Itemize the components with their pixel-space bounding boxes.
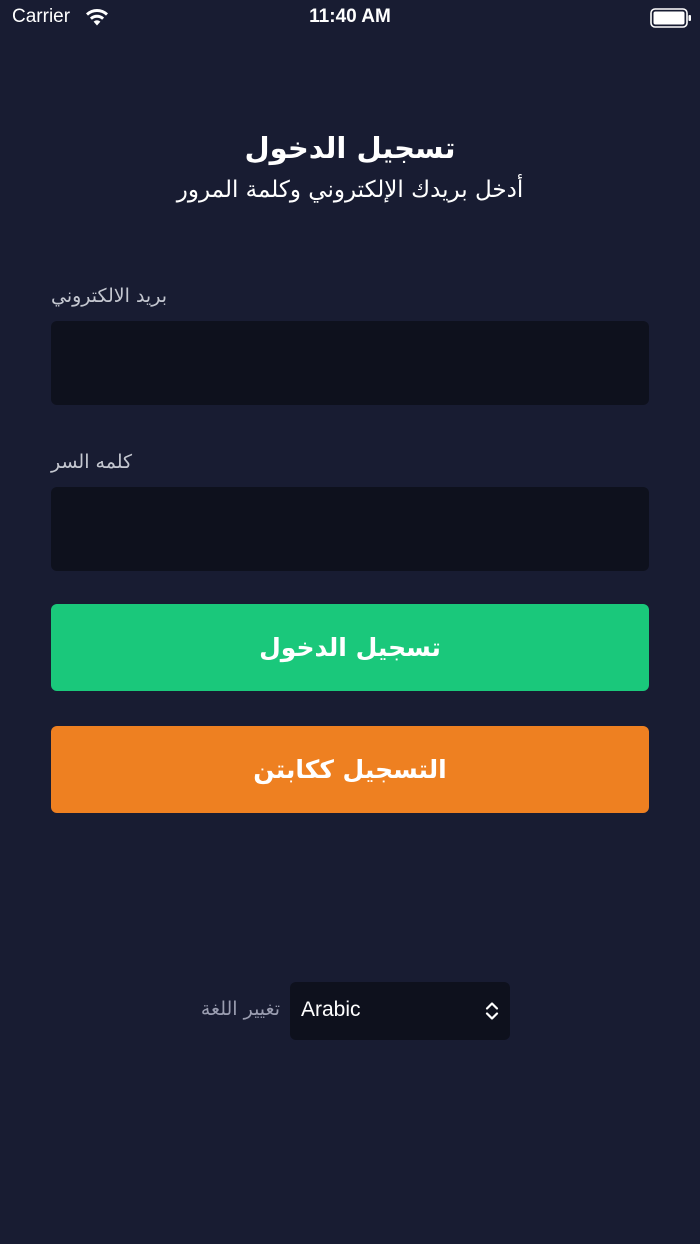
language-label: تغيير اللغة — [200, 998, 280, 1020]
status-time: 11:40 AM — [309, 6, 391, 27]
language-row: تغيير اللغة Arabic — [0, 982, 700, 1040]
page-title: تسجيل الدخول — [244, 131, 456, 165]
language-selected-value: Arabic — [301, 998, 361, 1021]
password-label: كلمه السر — [51, 451, 133, 473]
page-subtitle: أدخل بريدك الإلكتروني وكلمة المرور — [176, 177, 524, 203]
language-select[interactable]: Arabic — [290, 982, 510, 1040]
login-button[interactable]: تسجيل الدخول — [51, 604, 649, 691]
register-captain-button[interactable]: التسجيل ككابتن — [51, 726, 649, 813]
password-field[interactable] — [51, 487, 649, 571]
email-field[interactable] — [51, 321, 649, 405]
status-bar: Carrier 11:40 AM — [0, 0, 700, 40]
chevron-up-down-icon — [485, 1002, 499, 1020]
page-header: تسجيل الدخول أدخل بريدك الإلكتروني وكلمة… — [0, 128, 700, 208]
battery-icon — [650, 8, 691, 28]
email-label: بريد الالكتروني — [51, 285, 167, 307]
